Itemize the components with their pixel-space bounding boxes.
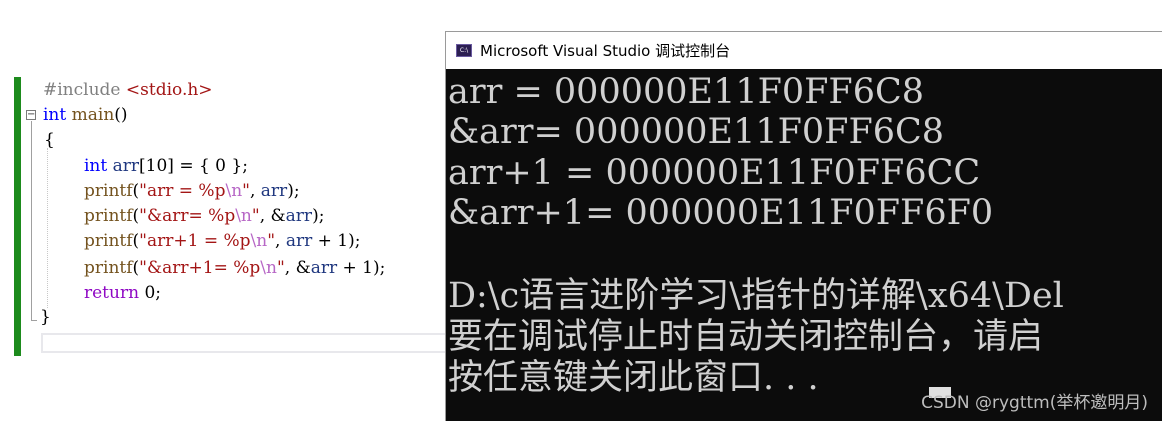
string-literal: "&arr= %p: [139, 206, 236, 226]
punctuation: , &: [284, 258, 311, 278]
variable: arr: [285, 206, 313, 226]
punctuation: );: [312, 206, 325, 226]
function-name: printf: [84, 231, 133, 251]
console-app-icon: C:\: [456, 44, 472, 57]
fold-guide-end: [31, 320, 37, 321]
escape-sequence: \n: [250, 231, 268, 251]
code-line-main-decl[interactable]: int main(): [43, 103, 128, 128]
string-literal: ": [251, 206, 260, 226]
string-literal: ": [276, 258, 285, 278]
code-line-printf-2[interactable]: printf("&arr= %p\n", &arr);: [84, 204, 324, 229]
code-line-include[interactable]: #include <stdio.h>: [43, 78, 213, 103]
preprocessor-directive: #include: [43, 80, 121, 100]
function-name: printf: [84, 206, 133, 226]
punctuation: );: [287, 181, 300, 201]
console-output-line: &arr+1= 000000E11F0FF6F0: [448, 193, 994, 233]
include-header: <stdio.h>: [125, 80, 213, 100]
string-literal: ": [242, 181, 250, 201]
punctuation: ,: [275, 231, 286, 251]
code-line-close-brace[interactable]: }: [40, 305, 51, 330]
window-title: Microsoft Visual Studio 调试控制台: [480, 42, 731, 60]
change-tracking-bar: [14, 77, 21, 356]
punctuation: + 1);: [337, 258, 386, 278]
punctuation: , &: [259, 206, 286, 226]
console-output-line: 要在调试停止时自动关闭控制台，请启: [448, 317, 1044, 357]
indent-guide: [47, 148, 48, 308]
console-titlebar[interactable]: C:\ Microsoft Visual Studio 调试控制台: [446, 32, 1162, 69]
function-name: printf: [84, 181, 133, 201]
code-editor[interactable]: − #include <stdio.h> int main() { int ar…: [0, 0, 450, 421]
punctuation: + 1);: [312, 231, 361, 251]
keyword: return: [84, 283, 140, 303]
code-line-array-decl[interactable]: int arr[10] = { 0 };: [84, 154, 248, 179]
keyword: int: [43, 105, 67, 125]
variable: arr: [260, 181, 288, 201]
function-name: printf: [84, 258, 133, 278]
variable: arr: [310, 258, 338, 278]
punctuation: ,: [249, 181, 261, 201]
console-output-line: arr+1 = 000000E11F0FF6CC: [448, 153, 981, 193]
current-line-highlight: [41, 333, 450, 353]
variable: arr: [285, 231, 313, 251]
punctuation: [10] = { 0 };: [139, 156, 248, 176]
punctuation: (): [114, 105, 128, 125]
variable: arr: [112, 156, 140, 176]
escape-sequence: \n: [225, 181, 243, 201]
console-output-line: &arr= 000000E11F0FF6C8: [448, 112, 945, 152]
debug-console-window[interactable]: C:\ Microsoft Visual Studio 调试控制台 arr = …: [445, 31, 1162, 421]
string-literal: ": [267, 231, 276, 251]
code-line-printf-1[interactable]: printf("arr = %p\n", arr);: [84, 179, 300, 204]
punctuation: 0;: [139, 283, 161, 303]
code-line-printf-3[interactable]: printf("arr+1 = %p\n", arr + 1);: [84, 229, 360, 254]
escape-sequence: \n: [260, 258, 277, 278]
code-line-open-brace[interactable]: {: [44, 128, 55, 153]
function-name: main: [71, 105, 115, 125]
string-literal: "&arr+1= %p: [139, 258, 261, 278]
escape-sequence: \n: [235, 206, 252, 226]
code-line-return[interactable]: return 0;: [84, 281, 161, 306]
keyword: int: [84, 156, 108, 176]
code-line-printf-4[interactable]: printf("&arr+1= %p\n", &arr + 1);: [84, 256, 385, 281]
string-literal: "arr = %p: [139, 181, 226, 201]
console-output-line: 按任意键关闭此窗口. . .: [448, 358, 819, 398]
open-brace: {: [44, 130, 55, 150]
watermark: CSDN @rygttm(举杯邀明月): [921, 393, 1148, 413]
console-output-line: arr = 000000E11F0FF6C8: [448, 72, 925, 112]
close-brace: }: [40, 307, 51, 327]
string-literal: "arr+1 = %p: [139, 231, 251, 251]
collapse-toggle-icon[interactable]: −: [26, 110, 36, 120]
fold-guide-line: [31, 121, 32, 321]
console-output-line: D:\c语言进阶学习\指针的详解\x64\Del: [448, 276, 1064, 316]
